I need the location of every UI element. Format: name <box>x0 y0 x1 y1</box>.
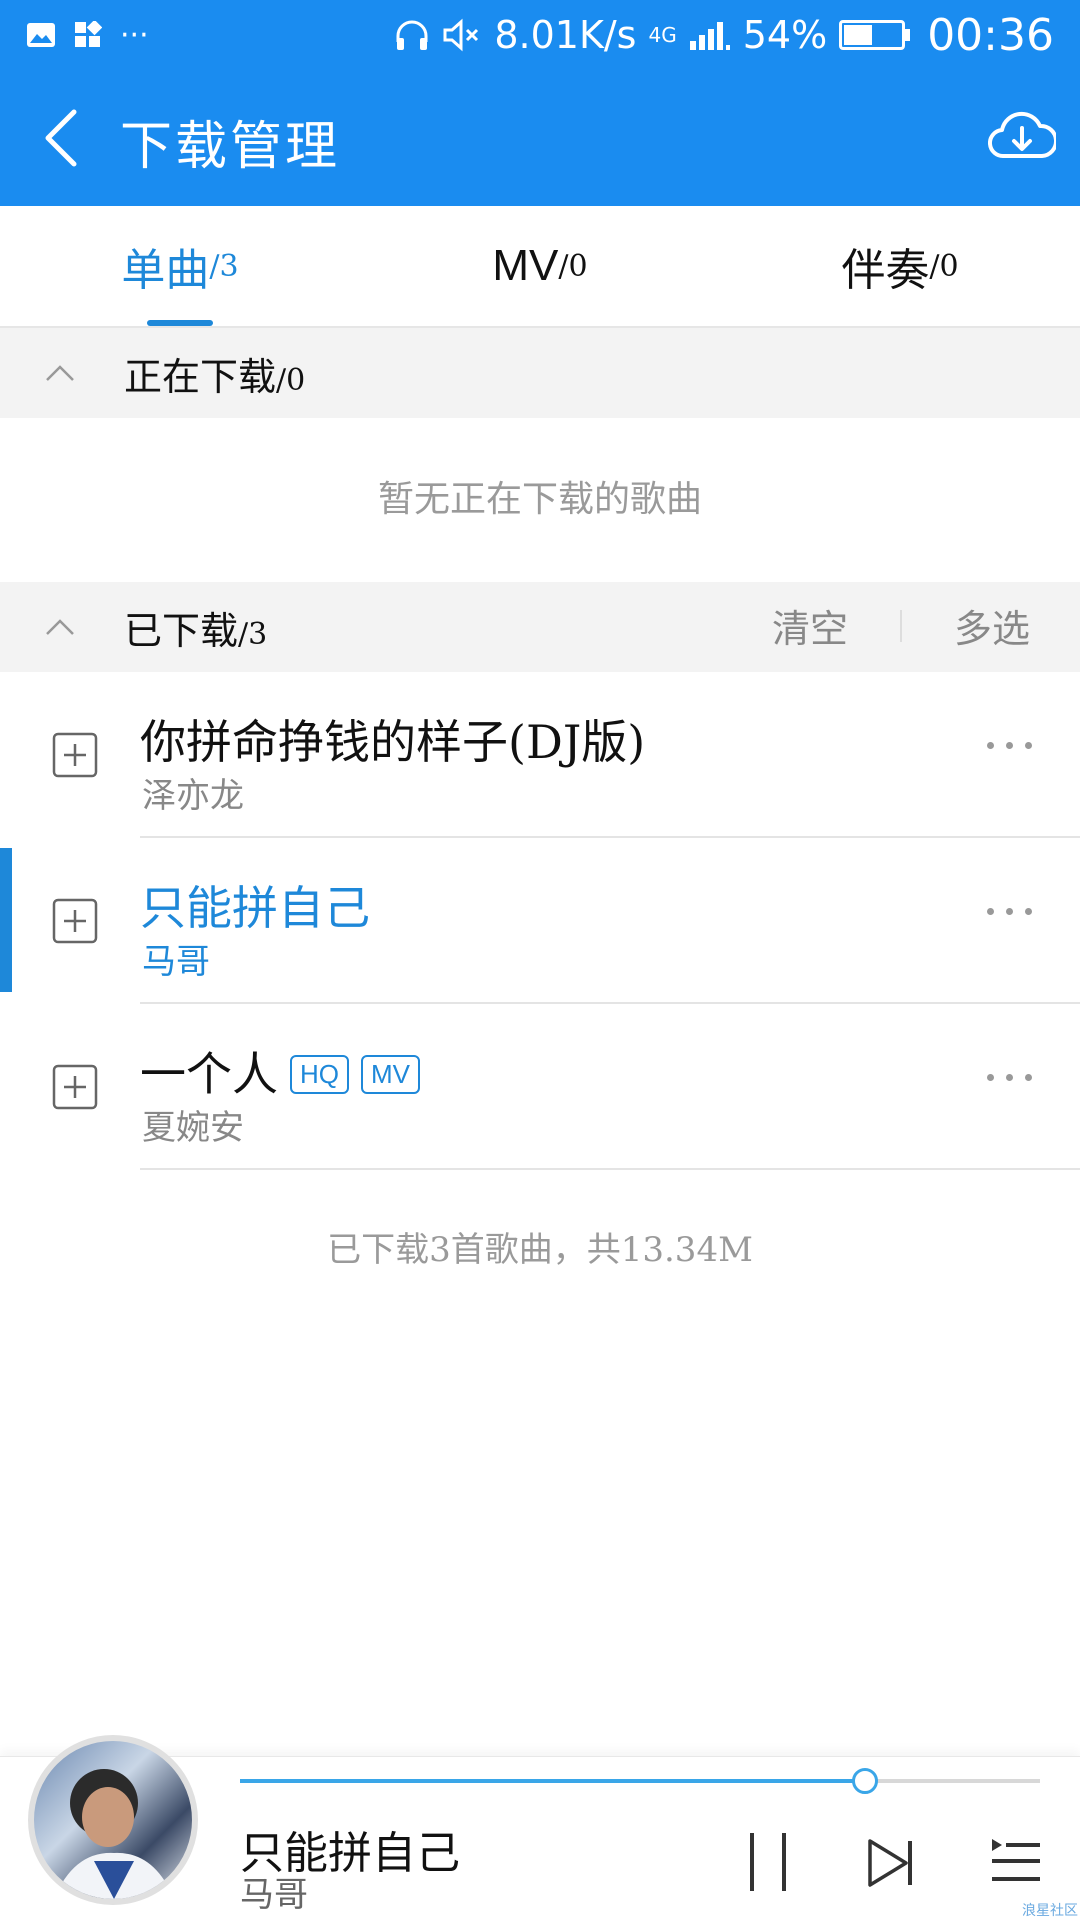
network-speed: 8.01K/s <box>494 13 637 57</box>
cloud-download-icon[interactable] <box>988 104 1056 172</box>
song-title: 你拼命挣钱的样子(DJ版) <box>140 715 646 769</box>
battery-icon <box>839 20 911 50</box>
mv-badge[interactable]: MV <box>361 1054 420 1094</box>
mute-icon <box>443 18 479 52</box>
downloading-count: /0 <box>276 363 306 398</box>
tab-singles-label: 单曲 <box>121 245 210 296</box>
downloaded-label: 已下载 <box>124 609 239 653</box>
divider <box>899 609 902 642</box>
clock: 00:36 <box>927 9 1054 61</box>
song-artist: 泽亦龙 <box>142 776 244 816</box>
watermark: 浪星社区 <box>1022 1903 1078 1919</box>
progress-fill <box>240 1779 864 1783</box>
song-row[interactable]: 你拼命挣钱的样子(DJ版) 泽亦龙 <box>0 672 1080 838</box>
download-summary: 已下载3首歌曲，共13.34M <box>327 1230 753 1270</box>
song-title: 一个人 HQ MV <box>140 1038 420 1104</box>
page-title: 下载管理 <box>120 117 341 177</box>
song-row[interactable]: 只能拼自己 马哥 <box>0 838 1080 1004</box>
status-more: ··· <box>120 17 149 53</box>
downloaded-title: 已下载/3 <box>124 600 267 655</box>
add-icon[interactable] <box>52 1064 98 1110</box>
tab-accompaniment[interactable]: 伴奏/0 <box>800 206 1000 326</box>
tab-indicator <box>147 320 213 326</box>
downloading-label: 正在下载 <box>124 355 277 399</box>
signal-icon <box>689 22 730 50</box>
tab-singles[interactable]: 单曲/3 <box>80 206 280 326</box>
song-title-text: 一个人 <box>140 1047 278 1101</box>
progress-track[interactable] <box>240 1768 1040 1794</box>
tab-mv-label: MV <box>492 241 559 290</box>
chevron-up-icon[interactable] <box>44 358 76 390</box>
battery-percent: 54% <box>742 13 828 57</box>
song-artist: 夏婉安 <box>142 1108 244 1148</box>
playlist-icon[interactable] <box>990 1837 1042 1885</box>
multi-select-button[interactable]: 多选 <box>954 598 1030 653</box>
mini-player[interactable]: 只能拼自己 马哥 <box>0 1735 1080 1921</box>
more-icon[interactable] <box>987 1074 1032 1081</box>
tab-singles-count: /3 <box>209 248 239 284</box>
now-playing-indicator <box>0 848 12 992</box>
empty-downloading-text: 暂无正在下载的歌曲 <box>377 479 702 520</box>
downloaded-count: /3 <box>238 617 268 652</box>
clear-button[interactable]: 清空 <box>772 598 848 653</box>
song-artist: 马哥 <box>142 942 210 982</box>
hq-badge: HQ <box>290 1054 349 1094</box>
pause-icon[interactable] <box>744 1831 792 1893</box>
more-icon[interactable] <box>987 742 1032 749</box>
chevron-left-icon[interactable] <box>40 108 84 168</box>
album-art[interactable] <box>28 1735 198 1905</box>
tab-accompaniment-count: /0 <box>929 248 959 284</box>
status-bar: ··· 8.01K/s 4G 54% 00:36 <box>0 0 1080 70</box>
app-icon <box>75 21 102 47</box>
downloading-section-header[interactable]: 正在下载/0 <box>0 328 1080 418</box>
song-row[interactable]: 一个人 HQ MV 夏婉安 <box>0 1004 1080 1170</box>
song-title: 只能拼自己 <box>140 881 370 935</box>
image-icon <box>27 23 55 47</box>
network-type: 4G <box>648 23 677 47</box>
more-icon[interactable] <box>987 908 1032 915</box>
downloading-title: 正在下载/0 <box>124 346 305 401</box>
tab-mv[interactable]: MV/0 <box>440 206 640 326</box>
tab-bar: 单曲/3 MV/0 伴奏/0 <box>0 206 1080 328</box>
downloaded-section-header[interactable]: 已下载/3 清空 多选 <box>0 582 1080 672</box>
divider <box>140 1168 1080 1170</box>
downloaded-actions: 清空 多选 <box>772 598 1030 653</box>
chevron-up-icon[interactable] <box>44 612 76 644</box>
add-icon[interactable] <box>52 898 98 944</box>
add-icon[interactable] <box>52 732 98 778</box>
headphones-icon <box>396 20 428 50</box>
tab-accompaniment-label: 伴奏 <box>841 245 930 296</box>
tab-mv-count: /0 <box>558 248 588 284</box>
now-playing-artist: 马哥 <box>240 1875 308 1915</box>
progress-knob[interactable] <box>852 1768 878 1794</box>
app-bar: 下载管理 <box>0 70 1080 206</box>
next-icon[interactable] <box>866 1837 916 1889</box>
